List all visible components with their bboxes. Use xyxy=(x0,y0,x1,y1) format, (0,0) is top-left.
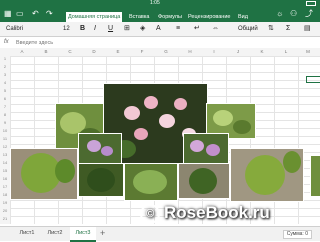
watermark-text: RoseBook.ru xyxy=(164,203,270,222)
grid-icon[interactable]: ▦ xyxy=(4,9,12,19)
photo-shrub-small[interactable] xyxy=(78,163,124,197)
sheet-tab-2[interactable]: Лист2 xyxy=(42,227,68,240)
column-header[interactable]: A xyxy=(17,48,27,56)
column-header[interactable]: M xyxy=(303,48,313,56)
column-header[interactable]: B xyxy=(41,48,51,56)
row-header[interactable]: 14 xyxy=(0,160,10,166)
formatting-toolbar: Calibri 12 B I U ⊞ ◈ A ≡ ↵ ⇔ Общий ⇅ Σ ▤ xyxy=(0,22,320,37)
row-header[interactable]: 6 xyxy=(0,96,10,102)
bold-icon[interactable]: B xyxy=(80,24,85,33)
column-header[interactable]: L xyxy=(281,48,291,56)
align-icon[interactable]: ≡ xyxy=(176,24,180,33)
column-header[interactable]: H xyxy=(185,48,195,56)
row-header[interactable]: 1 xyxy=(0,56,10,62)
column-header[interactable]: I xyxy=(209,48,219,56)
share-icon[interactable]: ⤴ xyxy=(305,9,313,19)
table-icon[interactable]: ▤ xyxy=(304,24,311,33)
photo-edge-right[interactable] xyxy=(310,155,320,197)
number-format-select[interactable]: Общий xyxy=(238,25,258,33)
column-header[interactable]: G xyxy=(161,48,171,56)
tab-view[interactable]: Вид xyxy=(236,12,250,22)
row-header[interactable]: 21 xyxy=(0,216,10,222)
row-header[interactable]: 2 xyxy=(0,64,10,70)
add-sheet-button[interactable]: + xyxy=(100,227,105,240)
photo-shrub-right[interactable] xyxy=(178,163,230,199)
row-header[interactable]: 15 xyxy=(0,168,10,174)
formula-input[interactable] xyxy=(16,38,310,47)
row-header[interactable]: 11 xyxy=(0,136,10,142)
sum-indicator[interactable]: Сумма: 0 xyxy=(282,230,312,239)
borders-icon[interactable]: ⊞ xyxy=(124,24,130,33)
italic-icon[interactable]: I xyxy=(94,24,96,33)
photo-conifer-right[interactable] xyxy=(230,148,304,202)
selected-cell[interactable] xyxy=(306,76,320,83)
row-header[interactable]: 16 xyxy=(0,176,10,182)
autosum-icon[interactable]: Σ xyxy=(286,24,290,33)
row-header[interactable]: 8 xyxy=(0,112,10,118)
column-header[interactable]: K xyxy=(257,48,267,56)
ribbon: ▦ ▭ ↶ ↷ Домашняя страница Вставка Формул… xyxy=(0,6,320,22)
font-name-select[interactable]: Calibri xyxy=(6,25,23,33)
photo-hosta-center[interactable] xyxy=(124,163,178,201)
font-size-select[interactable]: 12 xyxy=(63,25,70,33)
row-header[interactable]: 12 xyxy=(0,144,10,150)
column-header[interactable]: D xyxy=(89,48,99,56)
redo-icon[interactable]: ↷ xyxy=(46,9,53,19)
font-color-icon[interactable]: A xyxy=(156,24,161,33)
merge-icon[interactable]: ⇔ xyxy=(212,24,219,33)
tab-insert[interactable]: Вставка xyxy=(127,12,151,22)
copyright-icon: © xyxy=(140,203,160,224)
tab-home[interactable]: Домашняя страница xyxy=(66,12,123,22)
undo-icon[interactable]: ↶ xyxy=(32,9,39,19)
watermark: © RoseBook.ru xyxy=(140,202,270,224)
photo-hydrangea-right[interactable] xyxy=(183,133,229,165)
sort-icon[interactable]: ⇅ xyxy=(268,24,274,33)
column-header[interactable]: C xyxy=(65,48,75,56)
row-header[interactable]: 9 xyxy=(0,120,10,126)
column-header[interactable]: E xyxy=(113,48,123,56)
tab-formulas[interactable]: Формулы xyxy=(156,12,184,22)
row-header[interactable]: 10 xyxy=(0,128,10,134)
column-header[interactable]: F xyxy=(137,48,147,56)
row-header[interactable]: 18 xyxy=(0,192,10,198)
row-header[interactable]: 4 xyxy=(0,80,10,86)
fill-color-icon[interactable]: ◈ xyxy=(140,24,145,33)
lightbulb-icon[interactable]: ☼ xyxy=(276,9,283,19)
sheet-tabs-bar: Лист1 Лист2 Лист3 + Сумма: 0 xyxy=(0,226,320,242)
tab-review[interactable]: Рецензирование xyxy=(186,12,232,22)
photo-conifer-left[interactable] xyxy=(10,148,78,200)
row-header[interactable]: 5 xyxy=(0,88,10,94)
wrap-text-icon[interactable]: ↵ xyxy=(194,24,200,33)
column-header[interactable]: J xyxy=(233,48,243,56)
row-header[interactable]: 7 xyxy=(0,104,10,110)
sheet-tab-1[interactable]: Лист1 xyxy=(14,227,40,240)
row-header[interactable]: 3 xyxy=(0,72,10,78)
add-user-icon[interactable]: ⚇ xyxy=(290,9,297,19)
underline-icon[interactable]: U xyxy=(108,24,113,33)
photo-hydrangea-left[interactable] xyxy=(78,133,122,165)
row-header[interactable]: 13 xyxy=(0,152,10,158)
fx-label: fx xyxy=(4,39,9,45)
folder-icon[interactable]: ▭ xyxy=(16,9,24,19)
row-header[interactable]: 17 xyxy=(0,184,10,190)
row-header[interactable]: 19 xyxy=(0,200,10,206)
row-header[interactable]: 20 xyxy=(0,208,10,214)
